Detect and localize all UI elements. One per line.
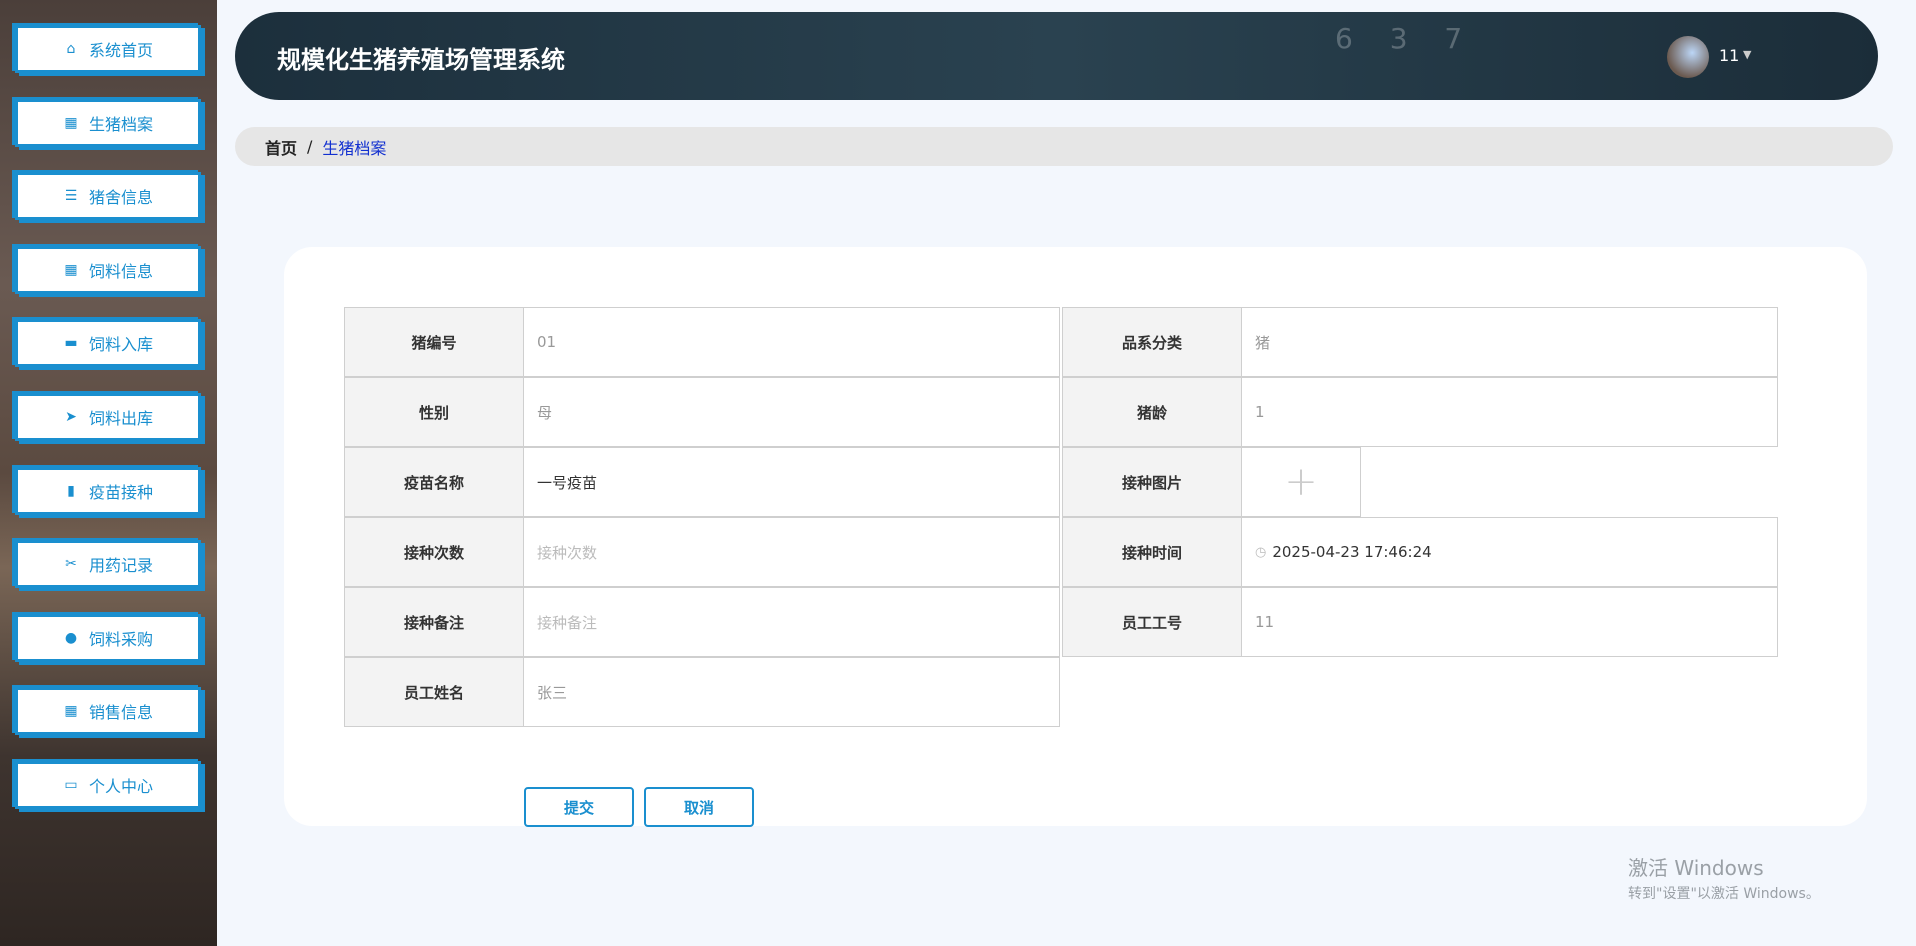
time-picker[interactable]: ◷ 2025-04-23 17:46:24 — [1241, 517, 1778, 587]
grid-icon: ▦ — [64, 114, 78, 131]
ticket-icon: ✂ — [65, 556, 77, 573]
home-icon: ⌂ — [66, 41, 76, 57]
username[interactable]: 11 — [1719, 46, 1739, 65]
pig-no-label: 猪编号 — [344, 307, 524, 377]
breadcrumb: 首页 / 生猪档案 — [235, 127, 1893, 166]
list-icon: ☰ — [64, 188, 78, 205]
clock-icon: ◷ — [1255, 544, 1267, 560]
sidebar-item-label: 猪舍信息 — [88, 188, 153, 208]
note-label: 接种备注 — [344, 587, 524, 657]
vaccine-label: 疫苗名称 — [344, 447, 524, 517]
emp-name-label: 员工姓名 — [344, 657, 524, 727]
breadcrumb-home[interactable]: 首页 — [265, 135, 297, 159]
sidebar-item-label: 用药记录 — [88, 556, 153, 576]
sex-input[interactable]: 母 — [523, 377, 1060, 447]
form-card: 猪编号 01 品系分类 猪 性别 母 猪龄 1 疫苗名称 一号疫苗 接种图片 +… — [284, 247, 1867, 827]
sidebar-item-10[interactable]: ▭ 个人中心 — [15, 761, 201, 809]
sidebar-item-1[interactable]: ▦ 生猪档案 — [15, 98, 201, 147]
time-value: 2025-04-23 17:46:24 — [1272, 543, 1432, 561]
header-decoration: 6 3 7 — [1335, 22, 1477, 55]
sidebar-item-label: 个人中心 — [88, 777, 153, 796]
breadcrumb-current: 生猪档案 — [322, 138, 387, 158]
send-icon: ➤ — [65, 409, 77, 425]
grid-icon: ▦ — [64, 261, 78, 278]
sidebar-item-label: 饲料采购 — [88, 629, 153, 649]
breadcrumb-separator: / — [307, 137, 313, 156]
sidebar-item-2[interactable]: ☰ 猪舍信息 — [15, 172, 201, 221]
sex-label: 性别 — [344, 377, 524, 447]
avatar[interactable] — [1667, 36, 1709, 78]
monitor-icon: ▬ — [64, 335, 78, 352]
sidebar-item-6[interactable]: ▮ 疫苗接种 — [15, 466, 201, 515]
card-icon: ▭ — [64, 777, 78, 793]
time-label: 接种时间 — [1062, 517, 1242, 587]
times-label: 接种次数 — [344, 517, 524, 587]
times-input[interactable]: 接种次数 — [523, 517, 1060, 587]
breed-label: 品系分类 — [1062, 307, 1242, 377]
breed-input[interactable]: 猪 — [1241, 307, 1778, 377]
image-upload-plus-icon[interactable]: + — [1241, 447, 1361, 517]
age-input[interactable]: 1 — [1241, 377, 1778, 447]
watermark-line2: 转到"设置"以激活 Windows。 — [1628, 886, 1820, 902]
sidebar-item-label: 疫苗接种 — [88, 482, 153, 502]
sidebar-item-7[interactable]: ✂ 用药记录 — [15, 540, 201, 589]
vaccine-input[interactable]: 一号疫苗 — [523, 447, 1060, 517]
app-title: 规模化生猪养殖场管理系统 — [277, 46, 565, 74]
sidebar-item-5[interactable]: ➤ 饲料出库 — [15, 393, 201, 441]
windows-watermark: 激活 Windows 转到"设置"以激活 Windows。 — [1628, 852, 1820, 903]
watermark-line1: 激活 Windows — [1628, 856, 1764, 880]
emp-no-input[interactable]: 11 — [1241, 587, 1778, 657]
pig-no-input[interactable]: 01 — [523, 307, 1060, 377]
image-label: 接种图片 — [1062, 447, 1242, 517]
sidebar-item-4[interactable]: ▬ 饲料入库 — [15, 319, 201, 368]
sidebar: ⌂ 系统首页 ▦ 生猪档案 ☰ 猪舍信息 ▦ 饲料信息 ▬ 饲料入库 ➤ 饲料出库 ▮ 疫苗接种 ✂ 用药记录… — [0, 0, 217, 946]
sidebar-item-0[interactable]: ⌂ 系统首页 — [15, 25, 201, 73]
sidebar-item-9[interactable]: ▦ 销售信息 — [15, 687, 201, 736]
sidebar-item-label: 饲料入库 — [88, 335, 153, 355]
note-input[interactable]: 接种备注 — [523, 587, 1060, 657]
age-label: 猪龄 — [1062, 377, 1242, 447]
sidebar-item-8[interactable]: ● 饲料采购 — [15, 613, 201, 662]
bulb-icon: ● — [64, 629, 78, 646]
sidebar-item-label: 饲料信息 — [88, 261, 153, 281]
grid-icon: ▦ — [64, 703, 78, 720]
cancel-button[interactable]: 取消 — [644, 787, 754, 827]
emp-name-input[interactable]: 张三 — [523, 657, 1060, 727]
header: 6 3 7 规模化生猪养殖场管理系统 11 ▼ — [235, 12, 1878, 100]
emp-no-label: 员工工号 — [1062, 587, 1242, 657]
sidebar-item-label: 销售信息 — [88, 703, 153, 723]
sidebar-item-label: 饲料出库 — [88, 409, 153, 428]
sidebar-item-label: 系统首页 — [88, 41, 153, 60]
caret-down-icon[interactable]: ▼ — [1743, 48, 1751, 61]
submit-button[interactable]: 提交 — [524, 787, 634, 827]
sidebar-item-3[interactable]: ▦ 饲料信息 — [15, 245, 201, 294]
book-icon: ▮ — [67, 482, 75, 499]
sidebar-item-label: 生猪档案 — [88, 114, 153, 134]
